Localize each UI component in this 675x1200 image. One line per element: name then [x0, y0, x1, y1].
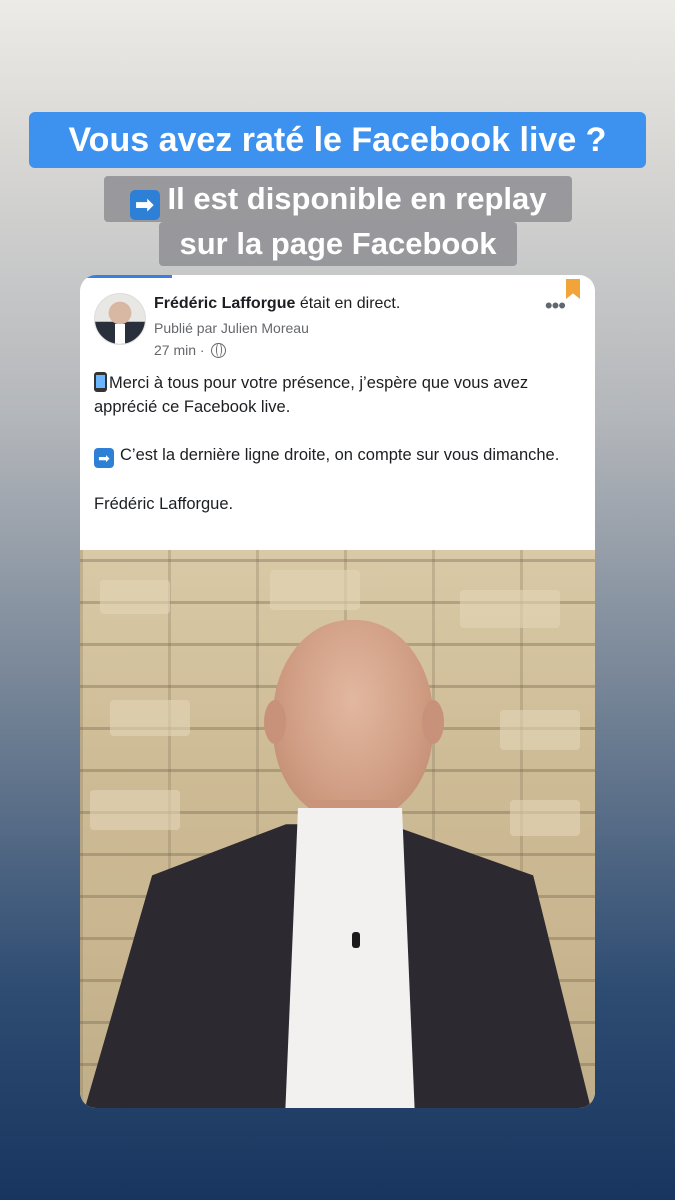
- story-subheadline-line2: sur la page Facebook: [159, 222, 517, 266]
- facebook-post-card[interactable]: Frédéric Lafforgue était en direct. Publ…: [80, 275, 595, 1108]
- more-icon[interactable]: •••: [545, 293, 566, 319]
- published-by: Publié par Julien Moreau: [154, 320, 309, 336]
- post-paragraph-1: Merci à tous pour votre présence, j’espè…: [94, 372, 529, 416]
- post-header: Frédéric Lafforgue était en direct.: [154, 295, 400, 313]
- bookmark-icon[interactable]: [566, 279, 580, 299]
- post-status: était en direct.: [299, 295, 401, 312]
- speaker-shirt: [285, 808, 415, 1108]
- arrow-right-icon: ➡: [129, 190, 160, 220]
- arrow-right-icon: ➡: [94, 448, 114, 468]
- post-paragraph-2: ➡ C’est la dernière ligne droite, on comp…: [94, 443, 584, 468]
- live-video-thumbnail[interactable]: [80, 550, 595, 1108]
- phone-emoji-icon: [94, 372, 107, 392]
- speaker-head: [273, 620, 433, 820]
- author-name[interactable]: Frédéric Lafforgue: [154, 295, 295, 312]
- story-subheadline-line1: ➡ Il est disponible en replay: [104, 176, 572, 222]
- subheadline-text-1: Il est disponible en replay: [167, 181, 547, 216]
- globe-icon: [210, 343, 226, 358]
- microphone-icon: [352, 932, 360, 948]
- avatar[interactable]: [94, 293, 146, 345]
- progress-accent-line: [80, 275, 172, 278]
- post-text: Merci à tous pour votre présence, j’espè…: [94, 371, 584, 540]
- post-time[interactable]: 27 min: [154, 342, 196, 358]
- post-meta: 27 min ·: [154, 342, 226, 358]
- post-signature: Frédéric Lafforgue.: [94, 495, 234, 513]
- story-headline: Vous avez raté le Facebook live ?: [29, 112, 646, 168]
